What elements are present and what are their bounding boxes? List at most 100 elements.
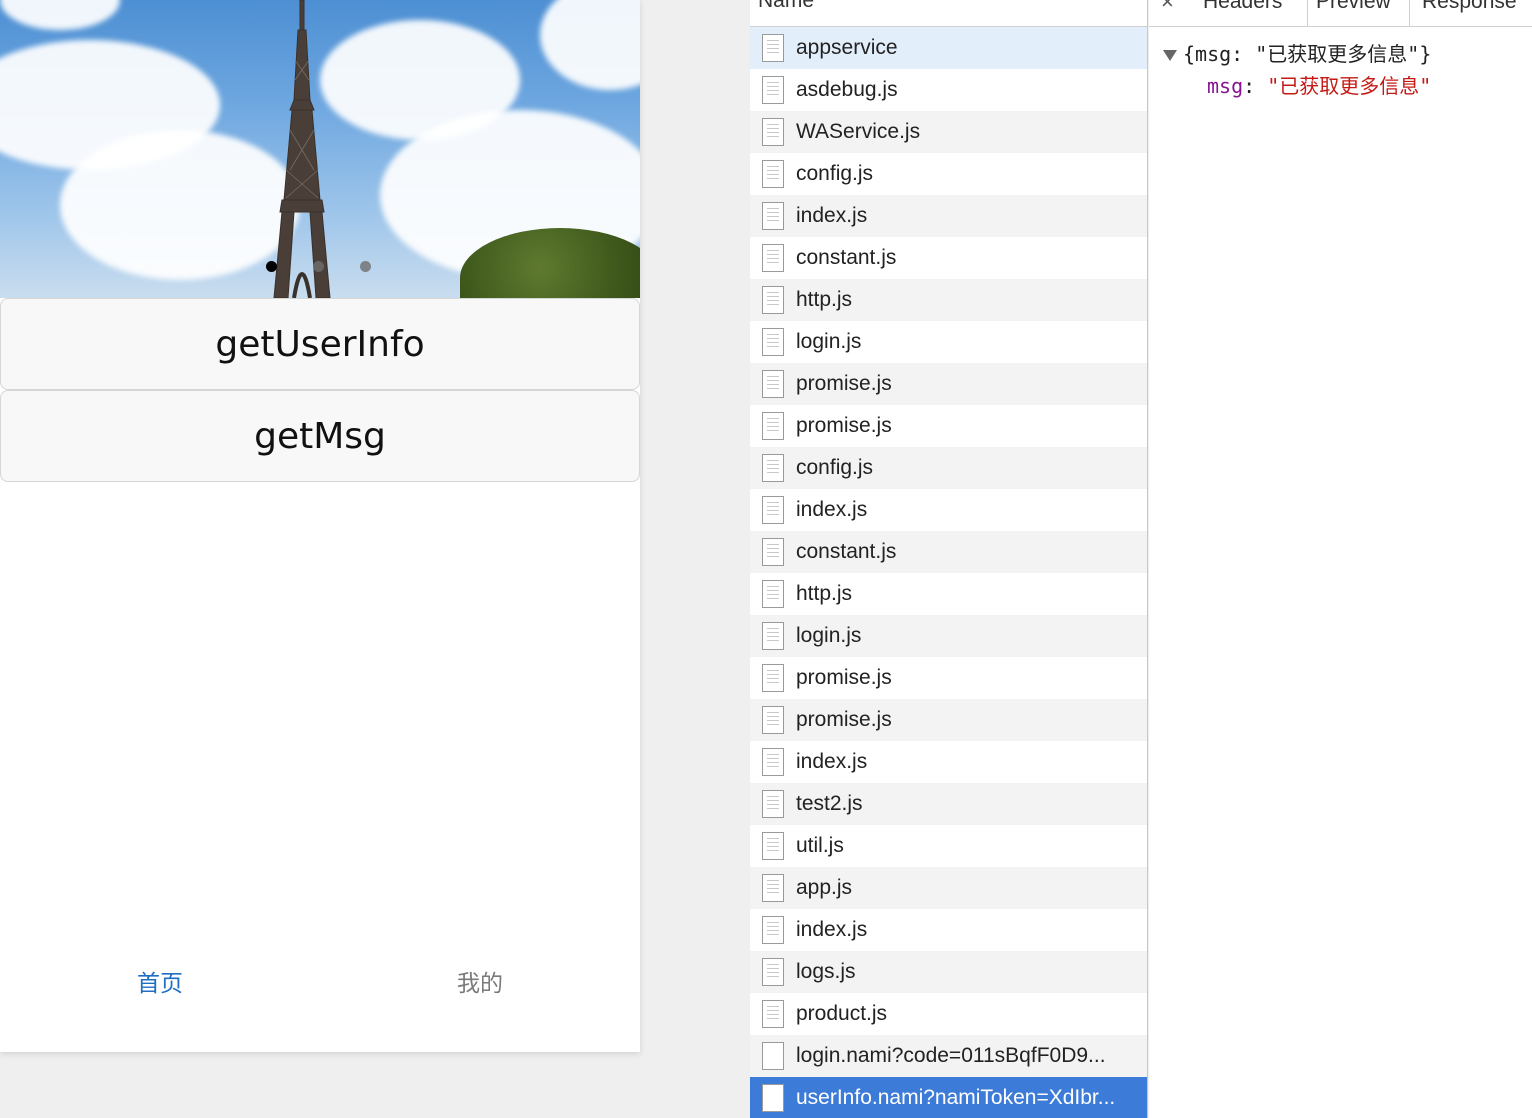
carousel-indicator xyxy=(266,261,371,272)
doc-icon xyxy=(762,370,784,398)
request-row[interactable]: index.js xyxy=(750,909,1147,951)
tab-mine[interactable]: 我的 xyxy=(320,936,640,1026)
request-row[interactable]: app.js xyxy=(750,867,1147,909)
request-name: config.js xyxy=(796,456,874,479)
doc-icon xyxy=(762,580,784,608)
request-row[interactable]: login.js xyxy=(750,321,1147,363)
doc-icon xyxy=(762,286,784,314)
cloud xyxy=(540,0,640,90)
request-name: asdebug.js xyxy=(796,78,898,101)
request-row[interactable]: login.js xyxy=(750,615,1147,657)
doc-icon xyxy=(762,34,784,62)
request-name: login.js xyxy=(796,330,862,353)
close-icon[interactable]: × xyxy=(1161,0,1174,26)
request-name: promise.js xyxy=(796,666,892,689)
doc-icon xyxy=(762,916,784,944)
request-row[interactable]: index.js xyxy=(750,741,1147,783)
doc-icon xyxy=(762,958,784,986)
doc-icon xyxy=(762,622,784,650)
request-row[interactable]: product.js xyxy=(750,993,1147,1035)
request-row[interactable]: logs.js xyxy=(750,951,1147,993)
doc-icon xyxy=(762,76,784,104)
json-separator: : xyxy=(1243,74,1268,98)
request-row[interactable]: config.js xyxy=(750,153,1147,195)
doc-icon xyxy=(762,664,784,692)
request-row[interactable]: promise.js xyxy=(750,699,1147,741)
get-msg-button[interactable]: getMsg xyxy=(0,390,640,482)
request-detail-panel: × Headers Preview Response {msg: "已获取更多信… xyxy=(1149,0,1532,1118)
name-column-label: Name xyxy=(758,0,815,12)
request-row[interactable]: index.js xyxy=(750,489,1147,531)
request-row[interactable]: userInfo.nami?namiToken=XdIbr... xyxy=(750,1077,1147,1118)
json-key: msg xyxy=(1207,74,1244,98)
detail-tabs: × Headers Preview Response xyxy=(1149,0,1532,27)
request-name: index.js xyxy=(796,204,868,227)
request-row[interactable]: test2.js xyxy=(750,783,1147,825)
request-row[interactable]: promise.js xyxy=(750,405,1147,447)
doc-icon xyxy=(762,874,784,902)
request-row[interactable]: constant.js xyxy=(750,237,1147,279)
request-row[interactable]: WAService.js xyxy=(750,111,1147,153)
request-name: app.js xyxy=(796,876,853,899)
doc-icon xyxy=(762,496,784,524)
request-name: promise.js xyxy=(796,708,892,731)
json-preview: {msg: "已获取更多信息"} msg: "已获取更多信息" xyxy=(1163,38,1431,102)
carousel-dot[interactable] xyxy=(313,261,324,272)
json-root[interactable]: {msg: "已获取更多信息"} xyxy=(1163,38,1431,70)
get-user-info-button[interactable]: getUserInfo xyxy=(0,298,640,390)
request-name: index.js xyxy=(796,918,868,941)
request-row[interactable]: http.js xyxy=(750,573,1147,615)
request-name: index.js xyxy=(796,750,868,773)
eiffel-tower-image xyxy=(273,0,331,298)
name-column-header[interactable]: Name xyxy=(750,0,1147,27)
request-row[interactable]: config.js xyxy=(750,447,1147,489)
request-row[interactable]: promise.js xyxy=(750,363,1147,405)
tab-response[interactable]: Response xyxy=(1409,0,1517,26)
request-name: constant.js xyxy=(796,540,897,563)
expand-triangle-icon[interactable] xyxy=(1163,50,1177,61)
doc-icon xyxy=(762,706,784,734)
doc-icon xyxy=(762,538,784,566)
doc-icon xyxy=(762,748,784,776)
request-row[interactable]: constant.js xyxy=(750,531,1147,573)
doc-icon xyxy=(762,1000,784,1028)
request-row[interactable]: asdebug.js xyxy=(750,69,1147,111)
request-name: product.js xyxy=(796,1002,888,1025)
doc-icon xyxy=(762,790,784,818)
request-name: util.js xyxy=(796,834,844,857)
doc-icon xyxy=(762,244,784,272)
json-value: "已获取更多信息" xyxy=(1267,74,1432,98)
tab-headers[interactable]: Headers xyxy=(1203,0,1282,26)
tab-home[interactable]: 首页 xyxy=(0,936,320,1026)
request-name: http.js xyxy=(796,288,853,311)
banner-carousel[interactable] xyxy=(0,0,640,298)
phone-simulator: getUserInfo getMsg 首页 我的 xyxy=(0,0,640,1052)
tab-preview[interactable]: Preview xyxy=(1307,0,1391,26)
tab-bar: 首页 我的 xyxy=(0,936,640,1026)
carousel-dot[interactable] xyxy=(360,261,371,272)
request-row[interactable]: promise.js xyxy=(750,657,1147,699)
request-row[interactable]: login.nami?code=011sBqfF0D9... xyxy=(750,1035,1147,1077)
request-row[interactable]: index.js xyxy=(750,195,1147,237)
request-name: login.js xyxy=(796,624,862,647)
request-rows: appservice asdebug.js WAService.js config.j… xyxy=(750,27,1147,1118)
request-name: http.js xyxy=(796,582,853,605)
request-row[interactable]: http.js xyxy=(750,279,1147,321)
request-name: appservice xyxy=(796,36,898,59)
blank-file-icon xyxy=(762,1084,784,1112)
doc-icon xyxy=(762,160,784,188)
request-name: login.nami?code=011sBqfF0D9... xyxy=(796,1044,1106,1067)
json-property: msg: "已获取更多信息" xyxy=(1163,70,1431,102)
doc-icon xyxy=(762,118,784,146)
request-name: constant.js xyxy=(796,246,897,269)
json-summary: {msg: "已获取更多信息"} xyxy=(1183,42,1432,66)
request-name: promise.js xyxy=(796,414,892,437)
request-row[interactable]: util.js xyxy=(750,825,1147,867)
carousel-dot[interactable] xyxy=(266,261,277,272)
request-name: promise.js xyxy=(796,372,892,395)
doc-icon xyxy=(762,202,784,230)
blank-file-icon xyxy=(762,1042,784,1070)
request-name: config.js xyxy=(796,162,874,185)
request-row[interactable]: appservice xyxy=(750,27,1147,69)
request-name: logs.js xyxy=(796,960,856,983)
